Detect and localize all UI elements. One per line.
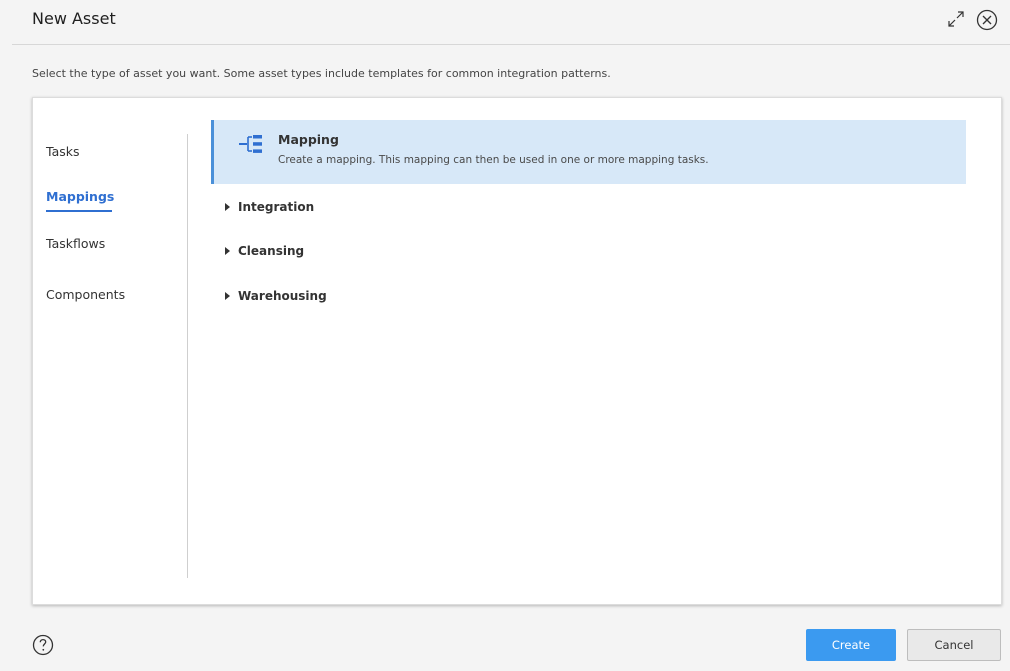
group-cleansing[interactable]: Cleansing [225,244,304,258]
cancel-button[interactable]: Cancel [907,629,1001,661]
caret-right-icon [225,202,230,211]
nav-separator [187,134,188,578]
asset-item-mapping[interactable]: Mapping Create a mapping. This mapping c… [211,120,966,184]
nav-item-components[interactable]: Components [46,287,125,302]
group-label: Cleansing [238,244,305,258]
close-icon[interactable] [975,8,999,32]
group-integration[interactable]: Integration [225,200,314,214]
help-icon[interactable] [31,633,55,657]
group-label: Warehousing [238,289,327,303]
asset-item-description: Create a mapping. This mapping can then … [278,154,709,166]
asset-item-name: Mapping [278,132,339,147]
header-divider [12,44,1010,45]
caret-right-icon [225,246,230,255]
dialog-title: New Asset [32,9,116,28]
mapping-icon [239,135,262,153]
expand-icon[interactable] [945,8,967,30]
group-label: Integration [238,200,315,214]
group-warehousing[interactable]: Warehousing [225,289,327,303]
nav-item-tasks[interactable]: Tasks [46,144,80,159]
dialog-header: New Asset [0,0,1010,42]
create-button[interactable]: Create [806,629,896,661]
nav-item-mappings[interactable]: Mappings [46,189,114,204]
nav-active-indicator [46,210,112,212]
dialog-description: Select the type of asset you want. Some … [32,67,611,80]
nav-item-taskflows[interactable]: Taskflows [46,236,105,251]
asset-panel: Tasks Mappings Taskflows Components Mapp… [32,97,1002,605]
asset-type-nav: Tasks Mappings Taskflows Components [33,98,188,604]
caret-right-icon [225,291,230,300]
